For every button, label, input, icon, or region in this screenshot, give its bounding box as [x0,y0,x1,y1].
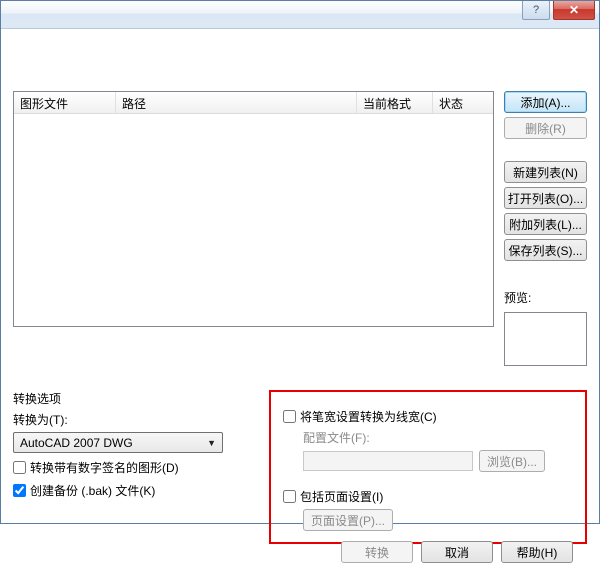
create-backup-checkbox[interactable] [13,484,26,497]
footer-buttons: 转换 取消 帮助(H) [283,541,573,563]
close-icon: ✕ [569,3,579,17]
page-setup-button: 页面设置(P)... [303,509,393,531]
convert-options: 转换选项 转换为(T): AutoCAD 2007 DWG ▼ 转换带有数字签名… [13,390,253,544]
cancel-button[interactable]: 取消 [421,541,493,563]
col-status[interactable]: 状态 [433,92,493,113]
dialog-content: 图形文件 路径 当前格式 状态 添加(A)... 删除(R) 新建列表(N) 打… [1,29,599,523]
save-list-button[interactable]: 保存列表(S)... [504,239,587,261]
convert-as-label: 转换为(T): [13,411,253,428]
pen-to-lineweight-checkbox[interactable] [283,410,296,423]
window-controls: ? ✕ [522,1,595,21]
file-table[interactable]: 图形文件 路径 当前格式 状态 [13,91,494,327]
titlebar: ? ✕ [1,1,599,29]
include-page-setup-label: 包括页面设置(I) [300,488,383,505]
format-dropdown[interactable]: AutoCAD 2007 DWG ▼ [13,432,223,453]
preview-box [504,312,587,366]
include-page-setup-row[interactable]: 包括页面设置(I) [283,488,573,505]
config-file-field [303,451,473,471]
digital-signature-label: 转换带有数字签名的图形(D) [30,459,179,476]
col-file[interactable]: 图形文件 [14,92,116,113]
convert-button: 转换 [341,541,413,563]
window-close-button[interactable]: ✕ [553,1,595,20]
create-backup-label: 创建备份 (.bak) 文件(K) [30,482,155,499]
convert-options-title: 转换选项 [13,390,253,407]
browse-button: 浏览(B)... [479,450,545,472]
format-selected: AutoCAD 2007 DWG [20,436,133,450]
digital-signature-checkbox-row[interactable]: 转换带有数字签名的图形(D) [13,459,253,476]
side-buttons: 添加(A)... 删除(R) 新建列表(N) 打开列表(O)... 附加列表(L… [504,91,587,366]
col-path[interactable]: 路径 [116,92,357,113]
window-help-button[interactable]: ? [522,1,550,20]
open-list-button[interactable]: 打开列表(O)... [504,187,587,209]
pen-to-lineweight-label: 将笔宽设置转换为线宽(C) [300,408,437,425]
include-page-setup-checkbox[interactable] [283,490,296,503]
col-format[interactable]: 当前格式 [357,92,433,113]
highlighted-panel: 将笔宽设置转换为线宽(C) 配置文件(F): 浏览(B)... 包括页面设置(I… [269,390,587,544]
help-icon: ? [533,4,539,16]
pen-to-lineweight-row[interactable]: 将笔宽设置转换为线宽(C) [283,408,573,425]
table-header: 图形文件 路径 当前格式 状态 [14,92,493,114]
chevron-down-icon: ▼ [207,438,216,448]
new-list-button[interactable]: 新建列表(N) [504,161,587,183]
create-backup-checkbox-row[interactable]: 创建备份 (.bak) 文件(K) [13,482,253,499]
digital-signature-checkbox[interactable] [13,461,26,474]
preview-label: 预览: [504,289,587,306]
append-list-button[interactable]: 附加列表(L)... [504,213,587,235]
config-file-label: 配置文件(F): [303,429,370,446]
add-button[interactable]: 添加(A)... [504,91,587,113]
help-button[interactable]: 帮助(H) [501,541,573,563]
remove-button: 删除(R) [504,117,587,139]
